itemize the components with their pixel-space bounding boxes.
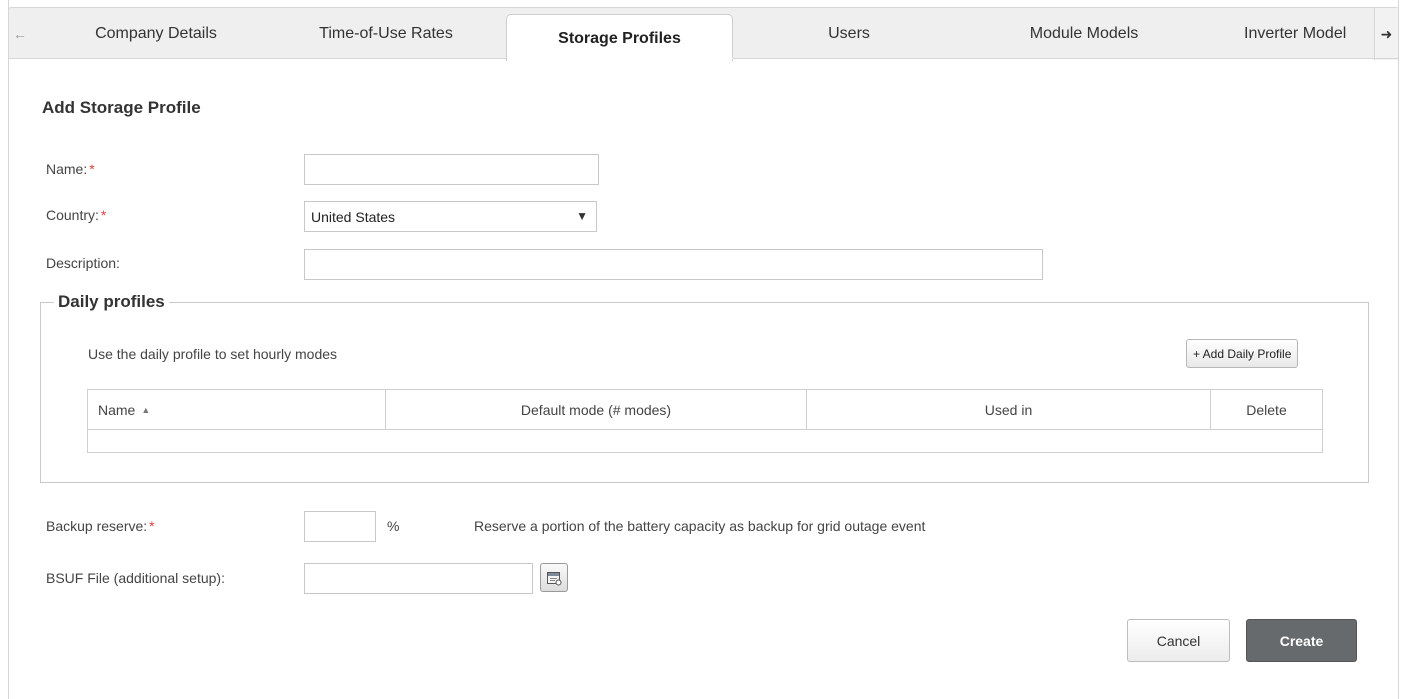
required-marker: * <box>89 161 95 177</box>
page-title: Add Storage Profile <box>42 98 201 117</box>
tab-module-models[interactable]: Module Models <box>994 8 1174 60</box>
backup-reserve-label: Backup reserve: * <box>46 518 155 534</box>
bsuf-file-label: BSUF File (additional setup): <box>46 570 225 586</box>
arrow-right-icon: ➜ <box>1380 25 1393 42</box>
daily-profiles-fieldset: Daily profiles <box>40 292 1369 483</box>
tab-time-of-use-rates[interactable]: Time-of-Use Rates <box>291 8 481 60</box>
daily-profiles-legend: Daily profiles <box>58 292 165 311</box>
table-header: Name ▲ Default mode (# modes) Used in Del… <box>88 390 1322 430</box>
backup-reserve-help: Reserve a portion of the battery capacit… <box>474 518 926 534</box>
sort-ascending-icon: ▲ <box>141 405 151 415</box>
bsuf-file-input[interactable] <box>304 563 533 594</box>
cancel-button[interactable]: Cancel <box>1127 619 1230 662</box>
country-select[interactable]: United States ▼ <box>304 201 597 232</box>
backup-reserve-unit: % <box>387 518 400 534</box>
add-daily-profile-button[interactable]: + Add Daily Profile <box>1186 339 1299 368</box>
country-label: Country: * <box>46 207 107 223</box>
required-marker: * <box>100 207 107 223</box>
country-selected-value: United States <box>311 208 396 225</box>
daily-profiles-table: Name ▲ Default mode (# modes) Used in Del… <box>87 389 1323 453</box>
file-browse-icon <box>547 571 562 585</box>
create-button[interactable]: Create <box>1246 619 1357 662</box>
tab-users[interactable]: Users <box>789 8 909 60</box>
column-header-used-in[interactable]: Used in <box>807 390 1211 430</box>
tab-inverter-models[interactable]: Inverter Model <box>1244 8 1374 60</box>
backup-reserve-input[interactable] <box>304 511 376 542</box>
daily-profiles-hint: Use the daily profile to set hourly mode… <box>88 346 338 362</box>
tab-scroll-right-button[interactable]: ➜ <box>1374 8 1398 60</box>
description-input[interactable] <box>304 249 1043 280</box>
column-header-default-mode[interactable]: Default mode (# modes) <box>386 390 807 430</box>
bsuf-browse-button[interactable] <box>540 563 568 592</box>
description-label: Description: <box>46 255 120 271</box>
tab-scroll-left-button[interactable]: ← <box>9 8 31 60</box>
arrow-left-icon: ← <box>13 26 27 42</box>
tab-company-details[interactable]: Company Details <box>71 8 241 60</box>
column-header-delete[interactable]: Delete <box>1211 390 1322 430</box>
name-input[interactable] <box>304 154 599 185</box>
tab-bar: ← Company Details Time-of-Use Rates Stor… <box>8 7 1399 61</box>
required-marker: * <box>149 518 155 534</box>
name-label: Name: * <box>46 161 95 177</box>
chevron-down-icon: ▼ <box>576 209 588 223</box>
tab-storage-profiles[interactable]: Storage Profiles <box>506 14 733 61</box>
column-header-name[interactable]: Name ▲ <box>88 390 386 430</box>
